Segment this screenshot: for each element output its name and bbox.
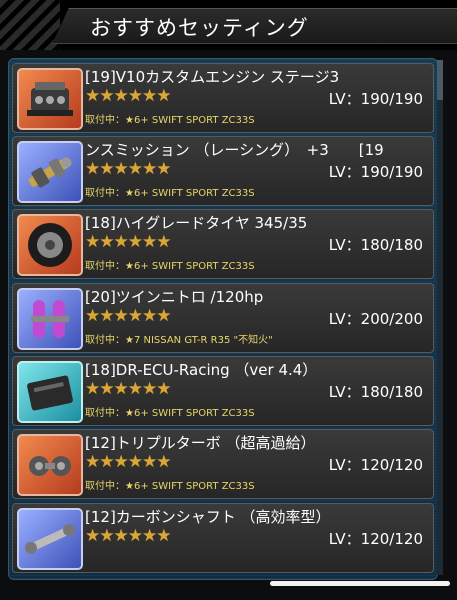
shaft-icon [17,508,83,570]
ecu-icon [17,361,83,423]
part-level: LV：190/190 [328,163,423,181]
turbo-icon [17,434,83,496]
rating-stars: ★★★★★★ [85,86,171,106]
nitro-icon [17,288,83,350]
part-name: [19]V10カスタムエンジン ステージ3 [85,68,340,86]
header-stripes [0,0,60,50]
part-item-ecu[interactable]: [18]DR-ECU-Racing （ver 4.4） ★★★★★★ LV：18… [12,356,434,426]
equipped-car: 取付中：★7 NISSAN GT-R R35 "不知火" [85,335,273,346]
part-level: LV：120/120 [328,456,423,474]
part-name: ンスミッション （レーシング） +3 [19 [85,141,384,159]
part-level: LV：180/180 [328,236,423,254]
part-level: LV：200/200 [328,310,423,328]
part-item-transmission[interactable]: ンスミッション （レーシング） +3 [19 ★★★★★★ LV：190/190… [12,136,434,206]
part-level: LV：190/190 [328,90,423,108]
equipped-car: 取付中：★6+ SWIFT SPORT ZC33S [85,261,255,272]
equipped-car: 取付中：★6+ SWIFT SPORT ZC33S [85,115,255,126]
rating-stars: ★★★★★★ [85,379,171,399]
scrollbar-thumb[interactable] [437,60,443,100]
tire-icon [17,214,83,276]
part-level: LV：120/120 [328,530,423,548]
part-name: [12]カーボンシャフト （高効率型） [85,508,331,526]
rating-stars: ★★★★★★ [85,232,171,252]
part-level: LV：180/180 [328,383,423,401]
part-name: [20]ツインニトロ /120hp [85,288,264,306]
part-name: [12]トリプルターボ （超高過給） [85,434,316,452]
part-item-turbo[interactable]: [12]トリプルターボ （超高過給） ★★★★★★ LV：120/120 取付中… [12,429,434,499]
rating-stars: ★★★★★★ [85,306,171,326]
part-item-nitro[interactable]: [20]ツインニトロ /120hp ★★★★★★ LV：200/200 取付中：… [12,283,434,353]
part-item-shaft[interactable]: [12]カーボンシャフト （高効率型） ★★★★★★ LV：120/120 [12,503,434,573]
rating-stars: ★★★★★★ [85,159,171,179]
engine-icon [17,68,83,130]
header-bar: おすすめセッティング [0,0,457,50]
rating-stars: ★★★★★★ [85,452,171,472]
equipped-car: 取付中：★6+ SWIFT SPORT ZC33S [85,481,255,492]
rating-stars: ★★★★★★ [85,526,171,546]
home-indicator [270,581,450,586]
equipped-car: 取付中：★6+ SWIFT SPORT ZC33S [85,408,255,419]
part-item-engine[interactable]: [19]V10カスタムエンジン ステージ3 ★★★★★★ LV：190/190 … [12,63,434,133]
equipped-car: 取付中：★6+ SWIFT SPORT ZC33S [85,188,255,199]
transmission-icon [17,141,83,203]
part-name: [18]ハイグレードタイヤ 345/35 [85,214,308,232]
page-title: おすすめセッティング [90,16,309,40]
part-name: [18]DR-ECU-Racing （ver 4.4） [85,361,318,379]
part-item-tire[interactable]: [18]ハイグレードタイヤ 345/35 ★★★★★★ LV：180/180 取… [12,209,434,279]
list-scrollbar[interactable] [437,60,443,575]
